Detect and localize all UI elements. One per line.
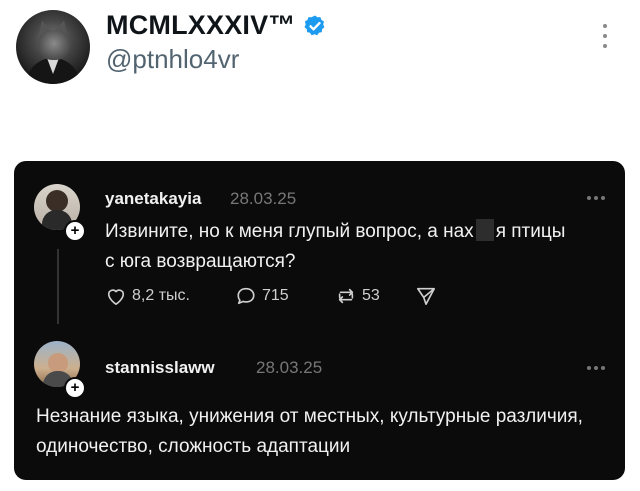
more-horizontal-icon[interactable] — [587, 196, 605, 200]
reply-author[interactable]: stannisslaww — [105, 358, 215, 378]
verified-badge-icon — [304, 15, 324, 35]
repost-count: 53 — [362, 287, 380, 304]
reply-button[interactable]: 715 — [235, 286, 335, 306]
post-actions: 8,2 тыс. 715 53 — [105, 286, 442, 306]
handle[interactable]: @ptnhlo4vr — [106, 44, 239, 75]
follow-plus-icon[interactable]: + — [64, 377, 86, 399]
heart-icon — [107, 289, 125, 305]
send-icon — [417, 287, 435, 305]
reply-count: 715 — [262, 287, 289, 304]
censor-block — [475, 219, 494, 241]
display-name[interactable]: MCMLXXXIV™ — [106, 10, 296, 41]
more-options-icon[interactable] — [602, 24, 608, 48]
share-button[interactable] — [415, 286, 442, 306]
post-text: Извините, но к меня глупый вопрос, а нах… — [105, 219, 566, 272]
reply-date: 28.03.25 — [256, 358, 323, 377]
name-row: MCMLXXXIV™ — [106, 10, 327, 41]
comment-icon — [237, 287, 255, 305]
like-count: 8,2 тыс. — [132, 287, 190, 304]
avatar[interactable] — [16, 10, 90, 84]
more-horizontal-icon[interactable] — [587, 366, 605, 370]
reply-text: Незнание языка, унижения от местных, кул… — [36, 406, 583, 457]
embedded-screenshot: + yanetakayia 28.03.25 Извините, но к ме… — [14, 161, 625, 480]
post-author[interactable]: yanetakayia — [105, 189, 201, 209]
repost-icon — [338, 288, 354, 304]
post-date: 28.03.25 — [230, 189, 297, 208]
tweet-header: MCMLXXXIV™ @ptnhlo4vr — [0, 0, 640, 110]
like-button[interactable]: 8,2 тыс. — [105, 286, 235, 306]
follow-plus-icon[interactable]: + — [64, 220, 86, 242]
thread-line — [57, 249, 59, 324]
repost-button[interactable]: 53 — [335, 286, 415, 306]
